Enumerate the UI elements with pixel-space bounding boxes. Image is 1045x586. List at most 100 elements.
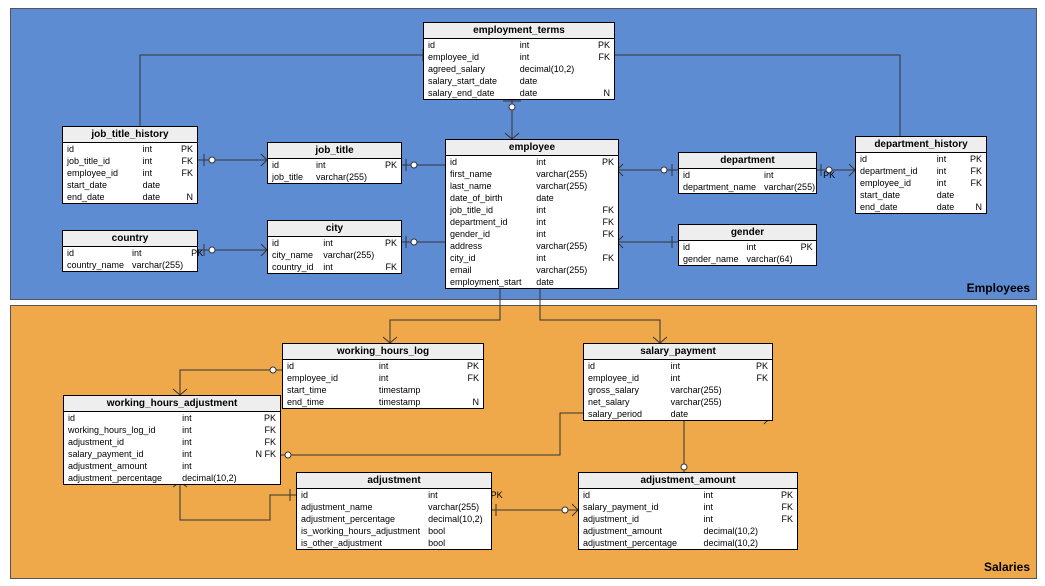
table-row: end_datedateN (856, 201, 986, 213)
col-type: int (933, 153, 963, 165)
table-row: country_namevarchar(255) (63, 259, 207, 271)
table-adjustment-amount[interactable]: adjustment_amountidintPKsalary_payment_i… (578, 472, 798, 550)
table-city[interactable]: cityidintPKcity_namevarchar(255)country_… (267, 220, 402, 274)
table-row: salary_payment_idintN FK (64, 448, 280, 460)
col-name: email (446, 264, 532, 276)
col-key: FK (452, 372, 483, 384)
col-key: PK (487, 489, 507, 501)
col-key (596, 264, 618, 276)
col-type: int (178, 436, 248, 448)
col-key: FK (596, 228, 618, 240)
table-working-hours-log[interactable]: working_hours_logidintPKemployee_idintFK… (282, 343, 484, 409)
col-name: employee_id (63, 167, 139, 179)
col-key (819, 181, 839, 193)
col-type: date (667, 408, 746, 420)
table-row: start_datedate (63, 179, 197, 191)
col-name: employee_id (424, 51, 516, 63)
table-row: idintPK (679, 169, 839, 181)
col-key (745, 396, 772, 408)
table-row: idintPK (424, 39, 614, 51)
col-key (797, 253, 817, 265)
col-type: date (516, 87, 590, 99)
table-adjustment[interactable]: adjustmentidintPKadjustment_namevarchar(… (296, 472, 492, 550)
col-name: adjustment_percentage (579, 537, 700, 549)
col-name: is_working_hours_adjustment (297, 525, 424, 537)
table-gender[interactable]: genderidintPKgender_namevarchar(64) (678, 224, 817, 266)
table-salary-payment[interactable]: salary_paymentidintPKemployee_idintFKgro… (583, 343, 773, 421)
table-row: salary_start_datedate (424, 75, 614, 87)
col-key: N (452, 396, 483, 408)
col-key: FK (596, 204, 618, 216)
table-row: is_working_hours_adjustmentbool (297, 525, 507, 537)
col-type: timestamp (375, 384, 452, 396)
table-row: employee_idintFK (424, 51, 614, 63)
table-row: employee_idintFK (63, 167, 197, 179)
table-row: job_title_idintFK (63, 155, 197, 167)
table-row: adjustment_amountdecimal(10,2) (579, 525, 797, 537)
col-type: varchar(255) (319, 249, 380, 261)
col-name: end_date (856, 201, 933, 213)
col-key: PK (248, 412, 280, 424)
table-title: job_title (268, 143, 401, 159)
col-key (745, 384, 772, 396)
table-row: emailvarchar(255) (446, 264, 618, 276)
col-type: int (532, 228, 596, 240)
col-type: date (933, 189, 963, 201)
col-type: int (128, 247, 187, 259)
table-row: idintPK (446, 156, 618, 168)
col-type: int (667, 372, 746, 384)
col-key (380, 249, 401, 261)
col-key: PK (380, 237, 401, 249)
table-job-title[interactable]: job_titleidintPKjob_titlevarchar(255) (267, 142, 402, 184)
col-type: int (178, 424, 248, 436)
col-key: FK (963, 165, 986, 177)
col-name: gender_name (679, 253, 743, 265)
col-key: FK (248, 436, 280, 448)
col-type: int (139, 167, 172, 179)
col-key: FK (590, 51, 614, 63)
col-key (596, 192, 618, 204)
table-row: idintPK (63, 247, 207, 259)
col-key: FK (596, 216, 618, 228)
table-row: adjustment_percentagedecimal(10,2) (297, 513, 507, 525)
table-working-hours-adjustment[interactable]: working_hours_adjustmentidintPKworking_h… (63, 395, 281, 485)
col-type: int (516, 39, 590, 51)
col-name: job_title_id (446, 204, 532, 216)
col-key (963, 189, 986, 201)
table-department-history[interactable]: department_historyidintPKdepartment_idin… (855, 136, 987, 214)
col-type: bool (424, 537, 487, 549)
col-type: varchar(255) (532, 180, 596, 192)
table-row: idintPK (63, 143, 197, 155)
table-row: adjustment_namevarchar(255) (297, 501, 507, 513)
col-key: FK (773, 501, 797, 513)
table-row: gender_idintFK (446, 228, 618, 240)
col-name: last_name (446, 180, 532, 192)
table-row: first_namevarchar(255) (446, 168, 618, 180)
col-type: varchar(255) (532, 264, 596, 276)
table-job-title-history[interactable]: job_title_historyidintPKjob_title_idintF… (62, 126, 198, 204)
col-key (248, 460, 280, 472)
table-row: adjustment_percentagedecimal(10,2) (579, 537, 797, 549)
col-type: varchar(255) (532, 240, 596, 252)
table-row: employee_idintFK (283, 372, 483, 384)
col-key (248, 472, 280, 484)
table-employment-terms[interactable]: employment_termsidintPKemployee_idintFKa… (423, 22, 615, 100)
table-row: last_namevarchar(255) (446, 180, 618, 192)
col-name: adjustment_id (579, 513, 700, 525)
table-row: employee_idintFK (856, 177, 986, 189)
col-name: end_time (283, 396, 375, 408)
table-title: salary_payment (584, 344, 772, 360)
col-name: job_title (268, 171, 312, 183)
table-title: department_history (856, 137, 986, 153)
col-type: int (375, 360, 452, 372)
table-country[interactable]: countryidintPKcountry_namevarchar(255) (62, 230, 198, 272)
col-key: N (171, 191, 197, 203)
table-row: idintPK (268, 237, 401, 249)
col-name: start_time (283, 384, 375, 396)
table-department[interactable]: departmentidintPKdepartment_namevarchar(… (678, 152, 817, 194)
table-row: idintPK (64, 412, 280, 424)
col-type: varchar(255) (424, 501, 487, 513)
col-type: varchar(255) (667, 384, 746, 396)
table-employee[interactable]: employeeidintPKfirst_namevarchar(255)las… (445, 139, 619, 289)
col-name: id (268, 159, 312, 171)
